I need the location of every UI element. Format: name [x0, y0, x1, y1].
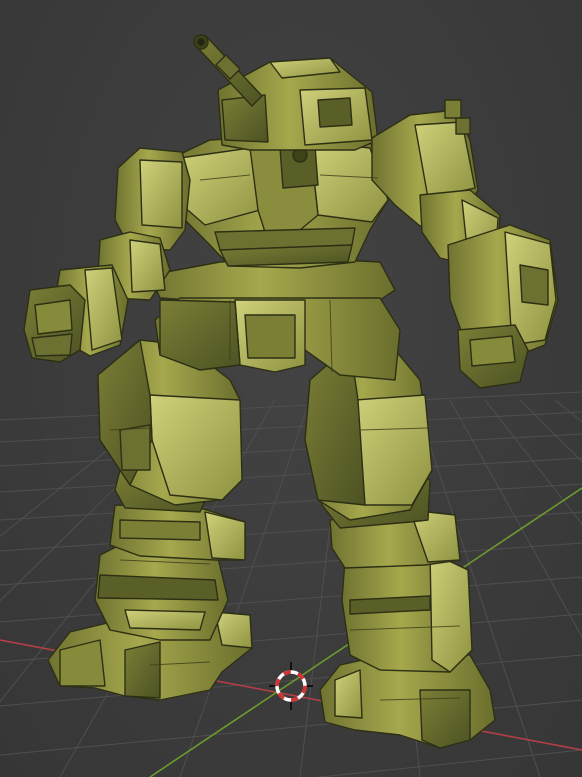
3d-viewport[interactable] — [0, 0, 582, 777]
right-leg — [304, 344, 496, 749]
left-leg — [47, 339, 253, 701]
right-arm — [371, 99, 559, 389]
mech-model[interactable] — [23, 34, 559, 749]
pelvis — [149, 257, 401, 381]
3d-cursor-icon[interactable] — [269, 662, 313, 710]
head — [217, 57, 379, 151]
